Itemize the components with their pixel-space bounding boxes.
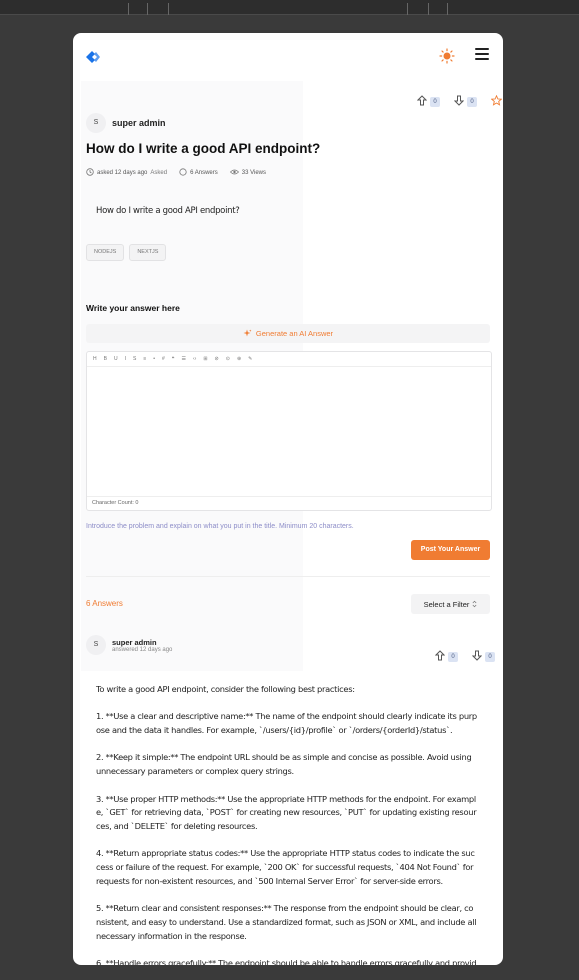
question-meta: asked 12 days ago Asked 6 Answers 33 Vie…	[86, 168, 266, 178]
answers-count: 6 Answers	[190, 170, 218, 176]
logo-icon[interactable]	[86, 50, 100, 63]
top-bar-divider	[428, 3, 429, 15]
answer-body: To write a good API endpoint, consider t…	[96, 683, 478, 965]
avatar: S	[86, 635, 106, 655]
answer-editor[interactable]: H B U I S ≡ • # ❝ ☰ ‹› ⊞ ⊘ ⊙ ⊕ ✎ Character Count: 0	[86, 351, 492, 511]
page-title: How do I write a good API endpoint?	[86, 141, 321, 156]
editor-tool-button[interactable]: ❝	[172, 356, 175, 362]
editor-tool-button[interactable]: •	[153, 356, 155, 362]
sparkle-icon	[243, 325, 252, 343]
downvote-count: 0	[467, 97, 477, 107]
upvote-count: 0	[430, 97, 440, 107]
top-bar-divider	[168, 3, 169, 15]
question-page-card: 0 0 S super admin How do I write a good …	[73, 33, 503, 965]
filter-placeholder: Select a Filter	[423, 599, 470, 609]
editor-tool-button[interactable]: ⊘	[215, 356, 219, 362]
favorite-star-icon[interactable]	[490, 93, 503, 111]
answer-paragraph: 1. **Use a clear and descriptive name:**…	[96, 711, 477, 736]
downvote-icon[interactable]	[471, 648, 483, 666]
top-bar-divider	[147, 3, 148, 15]
editor-tool-button[interactable]: U	[114, 356, 118, 362]
generate-ai-answer-button[interactable]: Generate an AI Answer	[86, 324, 490, 343]
generate-ai-answer-label: Generate an AI Answer	[255, 329, 334, 338]
views-count: 33 Views	[241, 170, 266, 176]
tag-nextjs[interactable]: NEXTJS	[129, 244, 167, 261]
upvote-count: 0	[448, 652, 458, 662]
downvote-icon[interactable]	[453, 93, 465, 111]
editor-tool-button[interactable]: ⊙	[226, 356, 230, 362]
editor-tool-button[interactable]: ⊞	[203, 356, 207, 362]
editor-tool-button[interactable]: ☰	[182, 356, 186, 362]
theme-toggle-sun-icon[interactable]	[439, 48, 455, 64]
upvote-icon[interactable]	[434, 648, 446, 666]
question-vote-bar: 0 0	[416, 93, 503, 111]
asked-label: Asked	[150, 170, 168, 176]
editor-tool-button[interactable]: ⊕	[237, 356, 241, 362]
upvote-icon[interactable]	[416, 93, 428, 111]
answer-form-heading: Write your answer here	[86, 303, 180, 313]
answer-vote-bar: 0 0	[434, 648, 495, 666]
answer-paragraph: 3. **Use proper HTTP methods:** Use the …	[96, 793, 477, 831]
browser-top-bar	[0, 0, 579, 15]
answers-icon	[179, 168, 187, 178]
editor-tool-button[interactable]: H	[93, 356, 97, 362]
answer-author-name[interactable]: super admin	[112, 638, 172, 647]
hamburger-menu-icon[interactable]	[475, 48, 489, 60]
asked-time: asked 12 days ago	[97, 170, 148, 176]
divider	[86, 576, 490, 577]
editor-tool-button[interactable]: ‹›	[193, 356, 196, 362]
top-bar-divider	[407, 3, 408, 15]
clock-icon	[86, 168, 94, 178]
answer-paragraph: 4. **Return appropriate status codes:** …	[96, 848, 475, 886]
answer-time: answered 12 days ago	[112, 646, 173, 653]
chevron-up-down-icon	[472, 595, 477, 613]
answer-filter-select[interactable]: Select a Filter	[411, 594, 490, 614]
avatar: S	[86, 113, 106, 133]
top-bar-divider	[447, 3, 448, 15]
editor-tool-button[interactable]: #	[162, 356, 165, 362]
answer-paragraph: 2. **Keep it simple:** The endpoint URL …	[96, 752, 472, 777]
answer-author[interactable]: S super admin answered 12 days ago	[86, 635, 172, 655]
editor-tool-button[interactable]: B	[104, 356, 107, 362]
author-name[interactable]: super admin	[112, 118, 166, 128]
tag-list: NODEJS NEXTJS	[86, 244, 167, 261]
editor-toolbar: H B U I S ≡ • # ❝ ☰ ‹› ⊞ ⊘ ⊙ ⊕ ✎	[87, 352, 491, 367]
answer-paragraph: 5. **Return clear and consistent respons…	[96, 903, 477, 941]
eye-icon	[229, 168, 239, 178]
answer-paragraph: 6. **Handle errors gracefully:** The end…	[96, 957, 477, 965]
answer-paragraph: To write a good API endpoint, consider t…	[96, 684, 355, 694]
question-body: How do I write a good API endpoint?	[96, 206, 240, 216]
editor-text-area[interactable]	[87, 367, 491, 496]
editor-tool-button[interactable]: ≡	[143, 356, 146, 362]
question-author[interactable]: S super admin	[86, 113, 166, 133]
downvote-count: 0	[485, 652, 495, 662]
character-count: Character Count: 0	[87, 496, 491, 509]
editor-tool-button[interactable]: ✎	[248, 356, 252, 362]
answers-count-heading: 6 Answers	[86, 599, 123, 608]
answer-hint: Introduce the problem and explain on wha…	[86, 523, 354, 530]
tag-nodejs[interactable]: NODEJS	[86, 244, 125, 261]
editor-tool-button[interactable]: S	[133, 356, 136, 362]
editor-tool-button[interactable]: I	[125, 356, 126, 362]
post-answer-button[interactable]: Post Your Answer	[411, 540, 490, 560]
top-bar-divider	[128, 3, 129, 15]
